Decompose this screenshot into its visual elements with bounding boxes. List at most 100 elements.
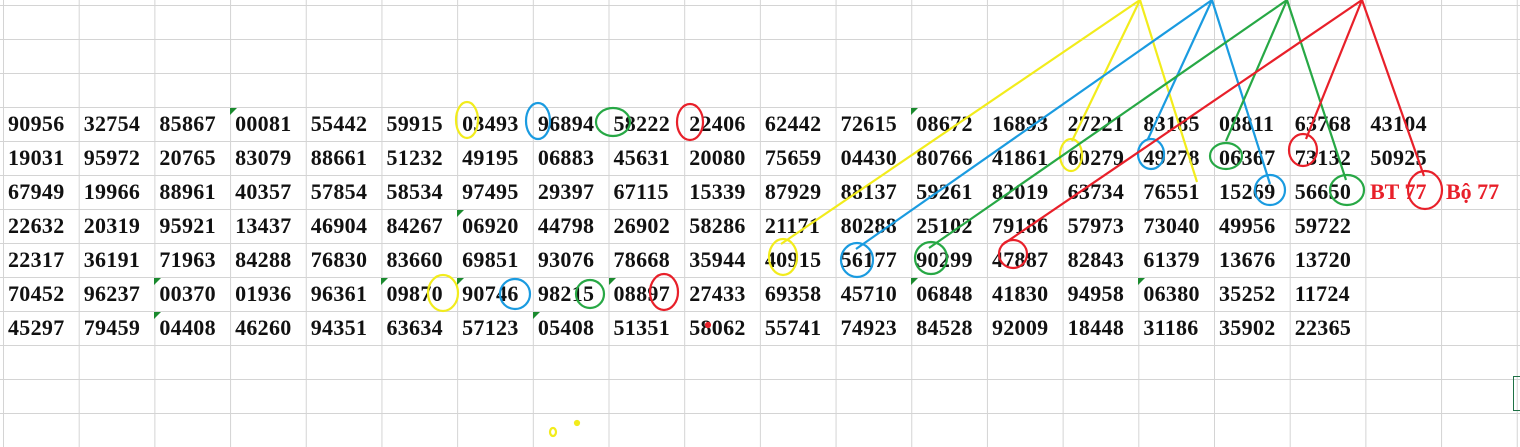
table-cell[interactable]: 13676 (1219, 243, 1295, 277)
table-cell[interactable]: 06367 (1219, 141, 1295, 175)
table-cell[interactable]: 94958 (1068, 277, 1144, 311)
table-cell[interactable]: 93076 (538, 243, 614, 277)
table-cell[interactable]: 58286 (689, 209, 765, 243)
table-cell[interactable]: 62442 (765, 107, 841, 141)
table-cell[interactable]: 95921 (159, 209, 235, 243)
table-cell[interactable]: 46904 (311, 209, 387, 243)
table-cell[interactable]: 96361 (311, 277, 387, 311)
table-cell[interactable]: 57973 (1068, 209, 1144, 243)
table-cell[interactable]: 59722 (1295, 209, 1371, 243)
table-cell[interactable]: 90746 (457, 277, 538, 311)
table-cell[interactable]: 90299 (916, 243, 992, 277)
table-cell[interactable]: 60279 (1068, 141, 1144, 175)
table-cell[interactable]: 13720 (1295, 243, 1371, 277)
table-cell[interactable]: 80766 (916, 141, 992, 175)
table-cell[interactable]: 00370 (154, 277, 235, 311)
table-cell[interactable]: 69358 (765, 277, 841, 311)
table-cell[interactable]: 32754 (84, 107, 160, 141)
table-cell[interactable]: 46260 (235, 311, 311, 345)
table-cell[interactable]: 01936 (235, 277, 311, 311)
table-cell[interactable]: 98215 (538, 277, 614, 311)
table-cell[interactable]: 04408 (154, 311, 235, 345)
table-cell[interactable]: 63634 (386, 311, 462, 345)
table-cell[interactable]: 84288 (235, 243, 311, 277)
table-cell[interactable]: 31186 (1143, 311, 1219, 345)
table-cell[interactable]: 09870 (381, 277, 462, 311)
table-cell[interactable]: 29397 (538, 175, 614, 209)
table-cell[interactable]: 58222 (614, 107, 690, 141)
table-cell[interactable]: 50925 (1370, 141, 1446, 175)
table-cell[interactable]: 73132 (1295, 141, 1371, 175)
table-cell[interactable]: 08811 (1219, 107, 1295, 141)
table-cell[interactable]: 13437 (235, 209, 311, 243)
table-cell[interactable]: 19031 (8, 141, 84, 175)
table-cell[interactable]: 90956 (8, 107, 84, 141)
table-cell[interactable]: 25102 (916, 209, 992, 243)
table-cell[interactable]: 35944 (689, 243, 765, 277)
table-cell[interactable]: 47887 (992, 243, 1068, 277)
table-cell[interactable]: 67115 (614, 175, 690, 209)
table-cell[interactable]: 63734 (1068, 175, 1144, 209)
table-cell[interactable]: 51351 (614, 311, 690, 345)
table-cell[interactable]: 06920 (457, 209, 538, 243)
table-cell[interactable]: 45710 (841, 277, 917, 311)
table-cell[interactable]: 03493 (462, 107, 538, 141)
table-cell[interactable]: 84528 (916, 311, 992, 345)
table-cell[interactable]: 82019 (992, 175, 1068, 209)
table-cell[interactable]: 82843 (1068, 243, 1144, 277)
table-cell[interactable]: 43104 (1370, 107, 1446, 141)
table-cell[interactable]: 58534 (386, 175, 462, 209)
table-cell[interactable]: 40915 (765, 243, 841, 277)
table-cell[interactable]: 22317 (8, 243, 84, 277)
table-cell[interactable]: 85867 (159, 107, 235, 141)
table-cell[interactable]: 80288 (841, 209, 917, 243)
table-cell[interactable]: 40357 (235, 175, 311, 209)
table-cell[interactable]: 08897 (608, 277, 690, 311)
table-cell[interactable]: 87929 (765, 175, 841, 209)
table-cell[interactable]: 35902 (1219, 311, 1295, 345)
table-cell[interactable]: 92009 (992, 311, 1068, 345)
table-cell[interactable]: 45297 (8, 311, 84, 345)
table-cell[interactable]: 21171 (765, 209, 841, 243)
table-cell[interactable]: 96894 (538, 107, 614, 141)
table-cell[interactable]: 88961 (159, 175, 235, 209)
table-cell[interactable]: 49278 (1143, 141, 1219, 175)
table-cell[interactable]: 72615 (841, 107, 917, 141)
table-cell[interactable]: 79459 (84, 311, 160, 345)
table-cell[interactable]: 75659 (765, 141, 841, 175)
table-cell[interactable]: 79186 (992, 209, 1068, 243)
table-cell[interactable]: 57123 (462, 311, 538, 345)
table-cell[interactable]: 55741 (765, 311, 841, 345)
table-cell[interactable]: 83660 (386, 243, 462, 277)
table-cell[interactable]: 71963 (159, 243, 235, 277)
table-cell[interactable]: 20080 (689, 141, 765, 175)
table-cell[interactable]: 61379 (1143, 243, 1219, 277)
table-cell[interactable]: 59261 (916, 175, 992, 209)
table-cell[interactable]: 51232 (386, 141, 462, 175)
table-cell[interactable]: 69851 (462, 243, 538, 277)
table-cell[interactable]: 36191 (84, 243, 160, 277)
table-cell[interactable]: 06380 (1138, 277, 1219, 311)
table-cell[interactable]: 56177 (841, 243, 917, 277)
table-cell[interactable]: 76551 (1143, 175, 1219, 209)
table-cell[interactable]: 83079 (235, 141, 311, 175)
table-cell[interactable]: 56650 (1295, 175, 1371, 209)
table-cell[interactable]: 73040 (1143, 209, 1219, 243)
table-cell[interactable]: 20765 (159, 141, 235, 175)
table-cell[interactable]: 15339 (689, 175, 765, 209)
table-cell[interactable]: 49956 (1219, 209, 1295, 243)
table-cell[interactable]: 96237 (84, 277, 160, 311)
table-cell[interactable]: 97495 (462, 175, 538, 209)
table-cell[interactable]: 00081 (230, 107, 311, 141)
table-cell[interactable]: 49195 (462, 141, 538, 175)
table-cell[interactable]: 78668 (614, 243, 690, 277)
table-cell[interactable]: 05408 (532, 311, 614, 345)
table-cell[interactable]: 41861 (992, 141, 1068, 175)
table-cell[interactable]: 94351 (311, 311, 387, 345)
table-cell[interactable]: 11724 (1295, 277, 1371, 311)
table-cell[interactable]: 59915 (386, 107, 462, 141)
table-cell[interactable]: 74923 (841, 311, 917, 345)
table-cell[interactable]: 67949 (8, 175, 84, 209)
table-cell[interactable]: 63768 (1295, 107, 1371, 141)
table-cell[interactable]: 19966 (84, 175, 160, 209)
